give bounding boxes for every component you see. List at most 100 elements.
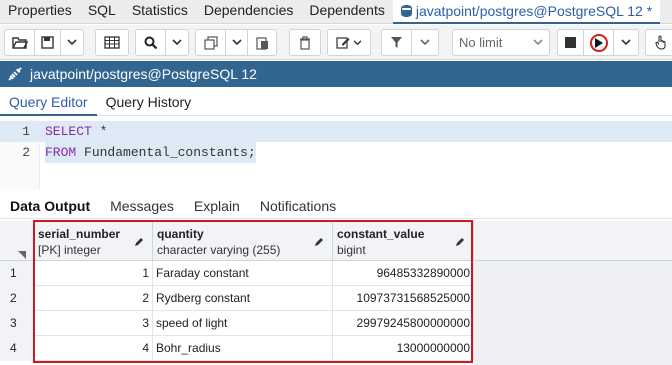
delete-row-button[interactable] bbox=[290, 30, 320, 55]
tab-messages[interactable]: Messages bbox=[100, 193, 184, 219]
cell-serial-number[interactable]: 2 bbox=[34, 286, 153, 311]
line-number: 1 bbox=[22, 124, 30, 139]
play-icon bbox=[595, 37, 603, 48]
macros-button[interactable] bbox=[646, 30, 672, 55]
folder-open-icon bbox=[11, 36, 28, 49]
connection-label: javatpoint/postgres@PostgreSQL 12 bbox=[30, 66, 257, 82]
connection-status-icon[interactable] bbox=[0, 61, 30, 87]
tab-query-editor[interactable]: Query Editor bbox=[0, 88, 97, 116]
code-line: 1 SELECT * bbox=[0, 121, 672, 142]
copy-options-dropdown[interactable] bbox=[226, 30, 248, 55]
grid-header: serial_number [PK] integer quantity char… bbox=[0, 221, 672, 261]
chevron-down-icon bbox=[621, 39, 631, 46]
tab-sql[interactable]: SQL bbox=[80, 0, 124, 24]
filter-button-group bbox=[381, 29, 439, 56]
edit-options-button[interactable] bbox=[328, 30, 370, 55]
stop-icon bbox=[565, 37, 576, 48]
connection-bar: javatpoint/postgres@PostgreSQL 12 bbox=[0, 61, 672, 87]
column-type: character varying (255) bbox=[157, 243, 281, 257]
tab-query-tool-label: javatpoint/postgres@PostgreSQL 12 * bbox=[415, 2, 653, 19]
sql-keyword: FROM bbox=[45, 145, 77, 160]
cell-serial-number[interactable]: 4 bbox=[34, 336, 153, 361]
code-text: FROM Fundamental_constants; bbox=[45, 142, 256, 163]
stop-button[interactable] bbox=[558, 30, 584, 55]
save-file-button[interactable] bbox=[35, 30, 61, 55]
find-button[interactable] bbox=[136, 30, 166, 55]
tab-data-output[interactable]: Data Output bbox=[0, 193, 100, 219]
sql-keyword: SELECT bbox=[45, 124, 92, 139]
limit-select-group: No limit bbox=[452, 29, 550, 56]
column-type: bigint bbox=[337, 243, 366, 257]
corner-triangle-icon bbox=[18, 251, 26, 259]
plug-icon bbox=[8, 67, 22, 81]
delete-button-group bbox=[289, 29, 321, 56]
cell-constant-value[interactable]: 96485332890000 bbox=[333, 261, 474, 286]
open-file-button[interactable] bbox=[5, 30, 35, 55]
code-line: 2 FROM Fundamental_constants; bbox=[0, 142, 672, 163]
grid-button-group bbox=[95, 29, 129, 56]
sql-text: * bbox=[91, 124, 108, 139]
find-options-dropdown[interactable] bbox=[166, 30, 188, 55]
copy-button-group bbox=[195, 29, 277, 56]
column-name: serial_number bbox=[38, 227, 121, 241]
save-icon bbox=[41, 36, 54, 49]
tab-query-history[interactable]: Query History bbox=[97, 88, 201, 116]
copy-icon bbox=[203, 35, 218, 50]
cell-constant-value[interactable]: 10973731568525000 bbox=[333, 286, 474, 311]
tab-query-tool[interactable]: javatpoint/postgres@PostgreSQL 12 * bbox=[392, 0, 661, 24]
cell-quantity[interactable]: Bohr_radius bbox=[153, 336, 333, 361]
cell-quantity[interactable]: Rydberg constant bbox=[153, 286, 333, 311]
cell-serial-number[interactable]: 3 bbox=[34, 311, 153, 336]
row-number[interactable]: 2 bbox=[0, 286, 34, 311]
row-number[interactable]: 3 bbox=[0, 311, 34, 336]
tab-properties[interactable]: Properties bbox=[0, 0, 80, 24]
database-icon bbox=[400, 4, 412, 18]
cell-quantity[interactable]: Faraday constant bbox=[153, 261, 333, 286]
chevron-down-icon bbox=[231, 39, 242, 46]
result-grid: serial_number [PK] integer quantity char… bbox=[0, 221, 672, 365]
execute-highlight-ring bbox=[589, 33, 608, 52]
sql-text: Fundamental_constants; bbox=[76, 145, 256, 160]
edit-button-group bbox=[327, 29, 371, 56]
column-name: quantity bbox=[157, 227, 204, 241]
grid-empty-area bbox=[474, 261, 672, 365]
pencil-icon bbox=[135, 238, 143, 246]
tab-notifications[interactable]: Notifications bbox=[250, 193, 346, 219]
execute-button-group bbox=[557, 29, 639, 56]
file-button-group bbox=[4, 29, 84, 56]
view-grid-button[interactable] bbox=[96, 30, 128, 55]
cell-serial-number[interactable]: 1 bbox=[34, 261, 153, 286]
row-limit-value: No limit bbox=[459, 35, 503, 50]
row-limit-select[interactable]: No limit bbox=[453, 30, 549, 55]
column-header-constant-value[interactable]: constant_value bigint bbox=[333, 221, 474, 261]
pencil-icon bbox=[456, 238, 464, 246]
hand-pointer-icon bbox=[655, 35, 666, 50]
select-all-corner[interactable] bbox=[0, 221, 34, 261]
column-type: [PK] integer bbox=[38, 243, 101, 257]
paste-button[interactable] bbox=[248, 30, 276, 55]
row-number[interactable]: 4 bbox=[0, 336, 34, 361]
chevron-down-icon bbox=[172, 39, 182, 46]
sql-editor[interactable]: 1 SELECT * 2 FROM Fundamental_constants; bbox=[0, 119, 672, 189]
column-header-quantity[interactable]: quantity character varying (255) bbox=[153, 221, 333, 261]
cell-quantity[interactable]: speed of light bbox=[153, 311, 333, 336]
find-button-group bbox=[135, 29, 189, 56]
filter-button[interactable] bbox=[382, 30, 412, 55]
filter-options-dropdown[interactable] bbox=[412, 30, 438, 55]
tab-dependents[interactable]: Dependents bbox=[301, 0, 393, 24]
chevron-down-icon bbox=[67, 39, 77, 46]
query-toolbar: No limit bbox=[0, 25, 672, 60]
execute-button[interactable] bbox=[584, 30, 614, 55]
tab-explain[interactable]: Explain bbox=[184, 193, 250, 219]
row-number[interactable]: 1 bbox=[0, 261, 34, 286]
cell-constant-value[interactable]: 29979245800000000 bbox=[333, 311, 474, 336]
save-options-dropdown[interactable] bbox=[61, 30, 83, 55]
tab-dependencies[interactable]: Dependencies bbox=[196, 0, 302, 24]
copy-button[interactable] bbox=[196, 30, 226, 55]
filter-icon bbox=[391, 37, 402, 48]
tab-statistics[interactable]: Statistics bbox=[124, 0, 196, 24]
execute-options-dropdown[interactable] bbox=[614, 30, 638, 55]
cell-constant-value[interactable]: 13000000000 bbox=[333, 336, 474, 361]
chevron-down-icon bbox=[420, 39, 430, 46]
column-header-serial-number[interactable]: serial_number [PK] integer bbox=[34, 221, 153, 261]
